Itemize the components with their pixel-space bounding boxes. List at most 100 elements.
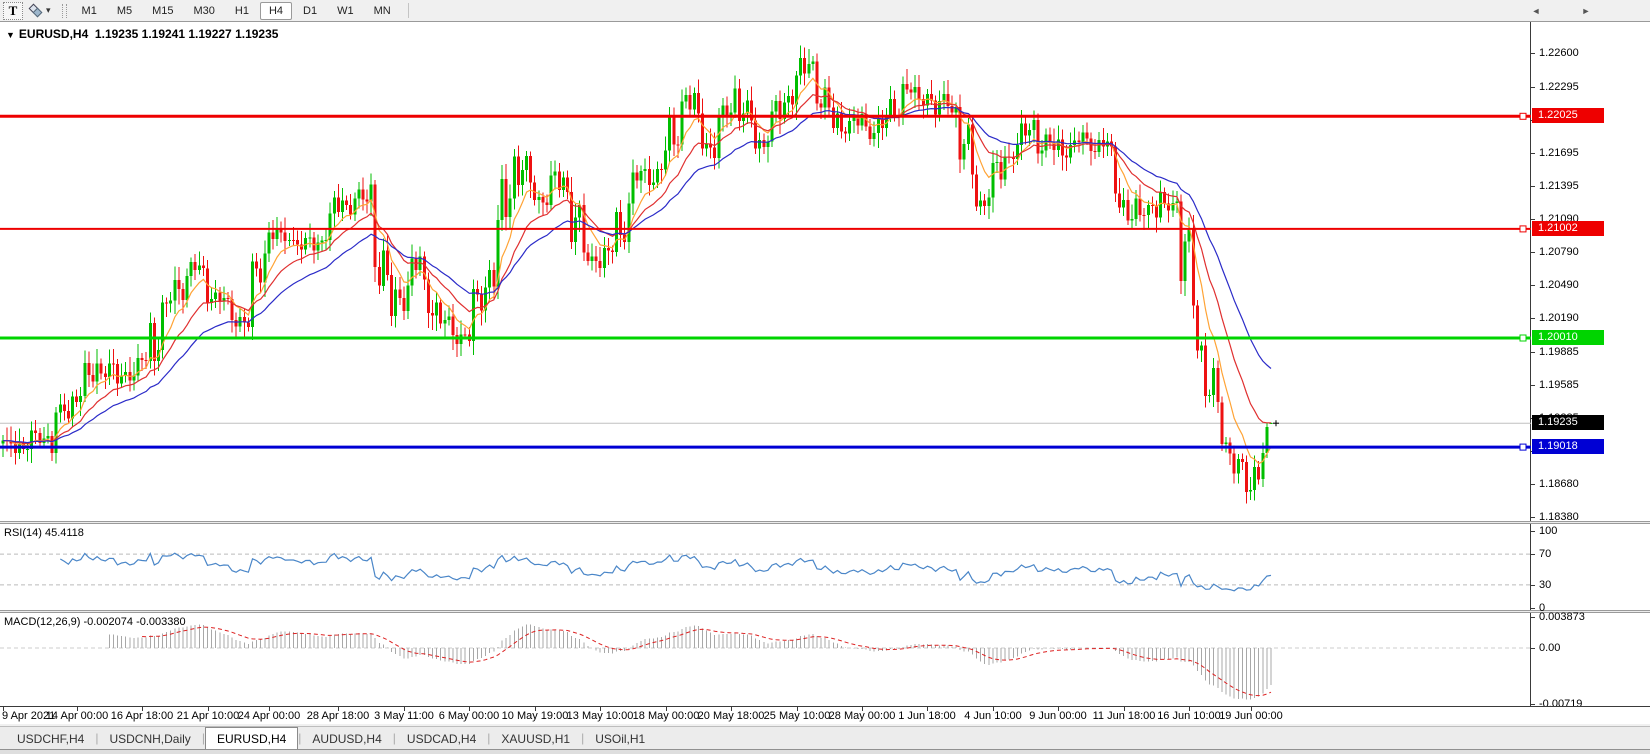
price-level-label: 1.19018 <box>1532 439 1604 454</box>
time-label: 28 Apr 18:00 <box>307 710 369 722</box>
axis-tick-label: 1.21395 <box>1539 180 1579 193</box>
price-pointer-cross-icon <box>1273 420 1279 426</box>
axis-tick <box>1531 352 1535 353</box>
collapse-triangle-icon[interactable]: ▼ <box>6 30 15 40</box>
ma-medium-line <box>3 95 1271 444</box>
axis-tick-label: 1.22295 <box>1539 81 1579 94</box>
timeframe-button-mn[interactable]: MN <box>365 2 400 20</box>
axis-tick-label: 1.20190 <box>1539 312 1579 325</box>
timeframe-button-h4[interactable]: H4 <box>260 2 292 20</box>
ma-fast-line <box>3 78 1271 463</box>
tab-scroll-left-icon[interactable]: ◄ <box>1528 6 1544 16</box>
axis-tick <box>1531 554 1535 555</box>
time-label: 13 May 10:00 <box>567 710 634 722</box>
chart-title: ▼ EURUSD,H4 1.19235 1.19241 1.19227 1.192… <box>6 27 278 41</box>
time-label: 4 Jun 10:00 <box>964 710 1022 722</box>
timeframe-button-m15[interactable]: M15 <box>143 2 182 20</box>
price-axis[interactable]: 1.226001.222951.219951.216951.213951.210… <box>1531 22 1650 521</box>
price-level-label: 1.21002 <box>1532 221 1604 236</box>
timeframe-buttons: M1M5M15M30H1H4D1W1MN <box>72 2 401 20</box>
axis-tick-label: 30 <box>1539 579 1551 592</box>
time-label: 20 May 18:00 <box>698 710 765 722</box>
time-label: 24 Apr 00:00 <box>238 710 300 722</box>
toolbar: T ▾ M1M5M15M30H1H4D1W1MN <box>0 0 1650 21</box>
axis-tick-label: 100 <box>1539 525 1557 538</box>
time-axis[interactable]: 9 Apr 202114 Apr 00:0016 Apr 18:0021 Apr… <box>0 706 1650 724</box>
axis-tick <box>1531 517 1535 518</box>
chart-title-text: EURUSD,H4 1.19235 1.19241 1.19227 1.1923… <box>19 27 279 41</box>
chart-tab-audusd-h4[interactable]: AUDUSD,H4 <box>301 729 392 749</box>
axis-tick <box>1531 531 1535 532</box>
axis-tick-label: 1.18680 <box>1539 478 1579 491</box>
candlesticks <box>2 45 1273 503</box>
axis-tick <box>1531 385 1535 386</box>
chart-tab-eurusd-h4[interactable]: EURUSD,H4 <box>205 727 298 749</box>
chart-tab-usdcad-h4[interactable]: USDCAD,H4 <box>396 729 487 749</box>
axis-tick <box>1531 648 1535 649</box>
axis-tick-label: 0.00 <box>1539 642 1560 655</box>
window-bottom-edge <box>0 749 1650 754</box>
rsi-axis[interactable]: 10070300 <box>1531 524 1650 610</box>
axis-tick-label: 1.19885 <box>1539 346 1579 359</box>
macd-axis[interactable]: 0.0038730.00-0.00719 <box>1531 613 1650 706</box>
axis-tick-label: 1.22600 <box>1539 47 1579 60</box>
axis-tick <box>1531 53 1535 54</box>
macd-histogram <box>109 624 1271 699</box>
chart-tab-xauusd-h1[interactable]: XAUUSD,H1 <box>490 729 581 749</box>
axis-tick-label: 1.19585 <box>1539 379 1579 392</box>
macd-label: MACD(12,26,9) -0.002074 -0.003380 <box>4 616 186 628</box>
axis-tick-label: 1.20490 <box>1539 279 1579 292</box>
axis-tick <box>1531 318 1535 319</box>
time-label: 18 May 00:00 <box>633 710 700 722</box>
timeframe-button-m5[interactable]: M5 <box>108 2 141 20</box>
axis-tick-label: 1.18380 <box>1539 511 1579 524</box>
axis-tick <box>1531 608 1535 609</box>
time-label: 1 Jun 18:00 <box>898 710 956 722</box>
time-label: 25 May 10:00 <box>764 710 831 722</box>
axis-tick <box>1531 704 1535 705</box>
axis-tick <box>1531 87 1535 88</box>
time-label: 21 Apr 10:00 <box>177 710 239 722</box>
object-styles-button[interactable]: ▾ <box>26 2 55 20</box>
time-label: 16 Apr 18:00 <box>111 710 173 722</box>
dropdown-caret-icon: ▾ <box>46 5 51 16</box>
macd-plot[interactable] <box>0 613 1531 706</box>
time-label: 28 May 00:00 <box>829 710 896 722</box>
rsi-canvas[interactable]: RSI(14) 45.4118 <box>0 524 1531 610</box>
price-level-label: 1.20010 <box>1532 330 1604 345</box>
ma-slow-line <box>3 108 1271 443</box>
chart-tab-usoil-h1[interactable]: USOil,H1 <box>584 729 656 749</box>
timeframe-button-h1[interactable]: H1 <box>226 2 258 20</box>
axis-tick-label: 0.003873 <box>1539 611 1585 624</box>
main-chart-canvas[interactable]: ▼ EURUSD,H4 1.19235 1.19241 1.19227 1.192… <box>0 22 1531 521</box>
axis-tick <box>1531 617 1535 618</box>
time-label: 19 Jun 00:00 <box>1219 710 1283 722</box>
timeframe-button-d1[interactable]: D1 <box>294 2 326 20</box>
time-label: 3 May 11:00 <box>374 710 434 722</box>
price-level-label: 1.19235 <box>1532 415 1604 430</box>
timeframe-button-w1[interactable]: W1 <box>328 2 363 20</box>
candlestick-plot[interactable] <box>0 22 1531 521</box>
chart-tab-usdchf-h4[interactable]: USDCHF,H4 <box>6 729 95 749</box>
axis-tick <box>1531 186 1535 187</box>
axis-tick <box>1531 219 1535 220</box>
axis-tick <box>1531 484 1535 485</box>
toolbar-separator <box>408 3 409 18</box>
axis-tick <box>1531 252 1535 253</box>
axis-tick-label: 1.20790 <box>1539 246 1579 259</box>
text-cursor-tool-button[interactable]: T <box>3 2 23 20</box>
timeframe-button-m30[interactable]: M30 <box>185 2 224 20</box>
axis-tick <box>1531 153 1535 154</box>
tab-scroll-right-icon[interactable]: ► <box>1578 6 1594 16</box>
time-label: 9 Jun 00:00 <box>1029 710 1087 722</box>
axis-tick <box>1531 585 1535 586</box>
macd-canvas[interactable]: MACD(12,26,9) -0.002074 -0.003380 <box>0 613 1531 706</box>
chart-tab-bar: USDCHF,H4|USDCNH,Daily|EURUSD,H4|AUDUSD,… <box>0 726 1650 749</box>
time-label: 11 Jun 18:00 <box>1093 710 1156 722</box>
chart-tab-usdcnh-daily[interactable]: USDCNH,Daily <box>98 729 201 749</box>
timeframe-button-m1[interactable]: M1 <box>73 2 106 20</box>
time-label: 10 May 19:00 <box>502 710 569 722</box>
rsi-plot[interactable] <box>0 524 1531 610</box>
toolbar-grip[interactable] <box>62 4 67 18</box>
axis-tick <box>1531 285 1535 286</box>
